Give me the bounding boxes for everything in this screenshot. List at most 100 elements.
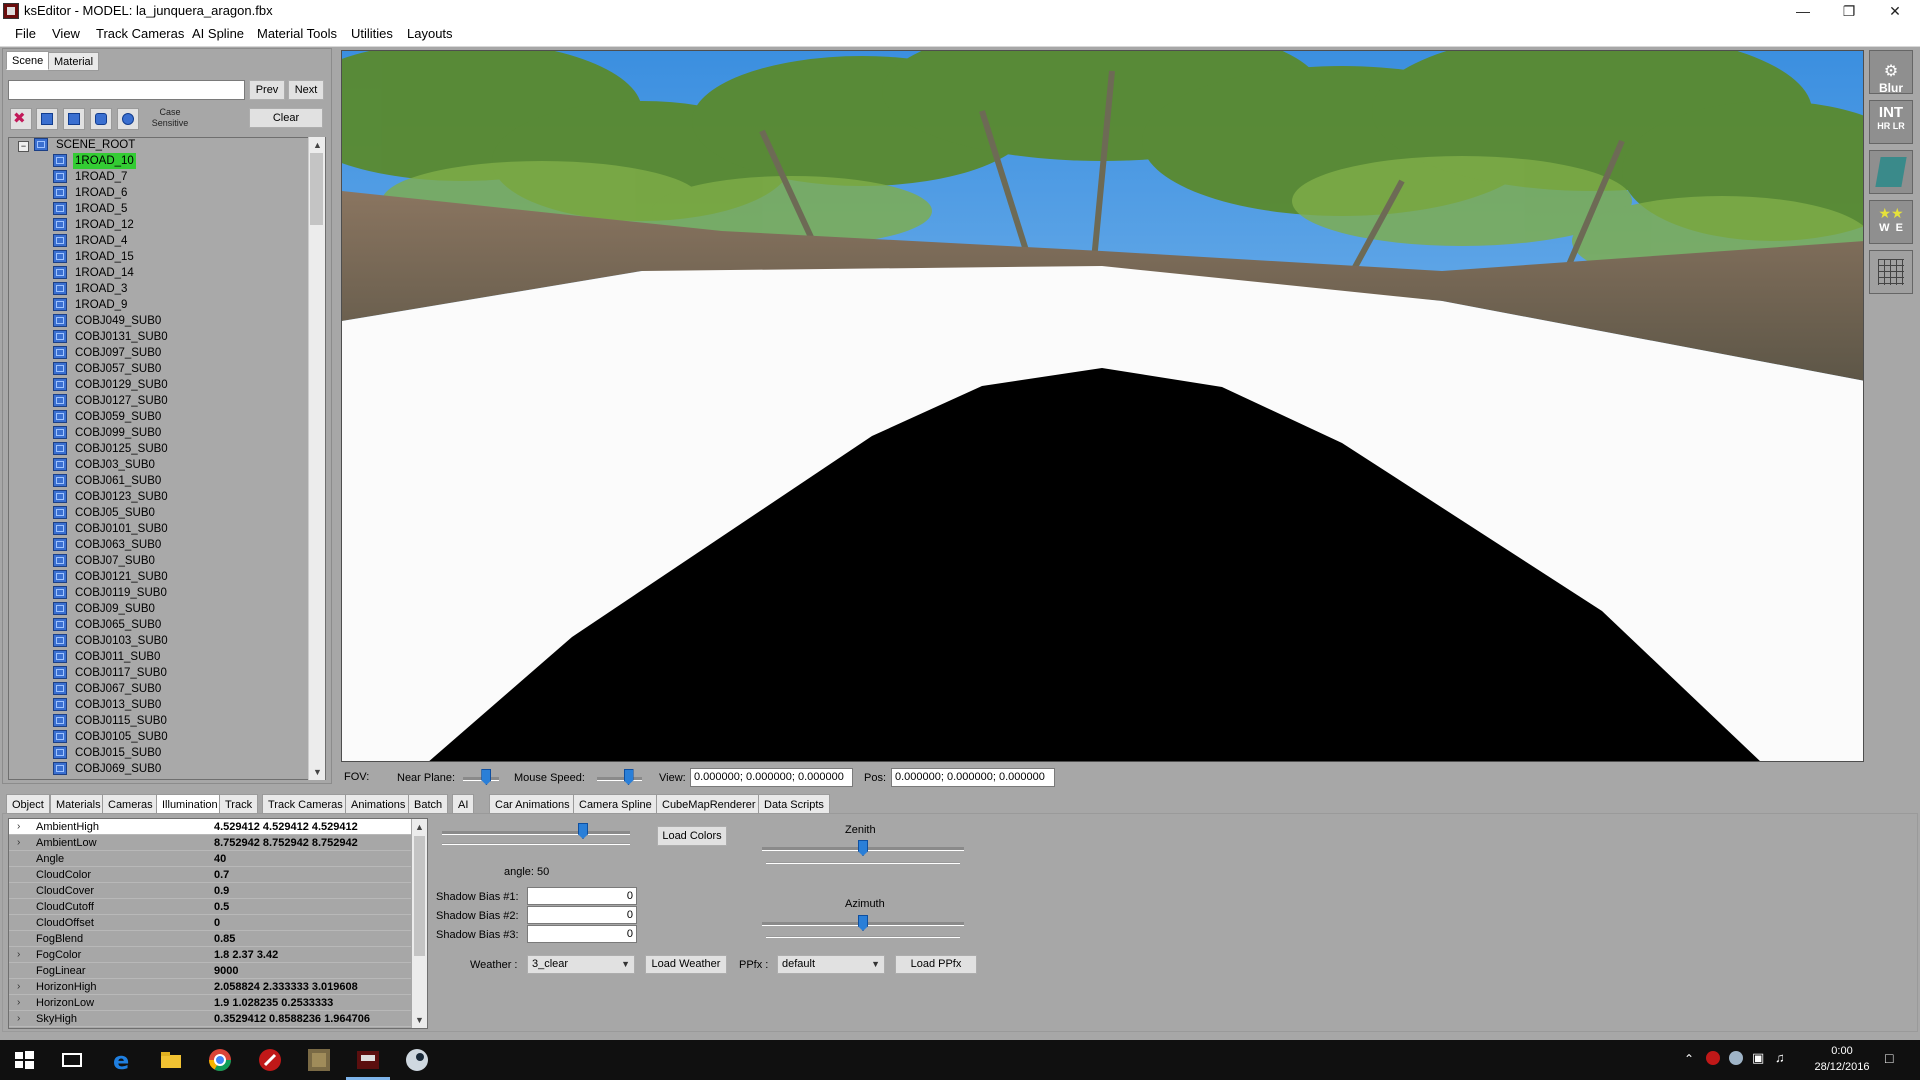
tree-item[interactable]: COBJ049_SUB0 <box>53 313 303 329</box>
scroll-up-icon[interactable]: ▲ <box>412 819 427 835</box>
tree-item[interactable]: COBJ0121_SUB0 <box>53 569 303 585</box>
near-plane-slider[interactable] <box>463 777 499 781</box>
expand-icon[interactable]: › <box>17 1011 20 1027</box>
menu-file[interactable]: File <box>15 26 36 42</box>
clock[interactable]: 0:00 28/12/2016 <box>1810 1043 1874 1075</box>
tree-item[interactable]: COBJ065_SUB0 <box>53 617 303 633</box>
tree-item[interactable]: COBJ0103_SUB0 <box>53 633 303 649</box>
scroll-down-icon[interactable]: ▼ <box>412 1012 427 1028</box>
tree-item[interactable]: COBJ067_SUB0 <box>53 681 303 697</box>
scroll-down-icon[interactable]: ▼ <box>309 764 326 780</box>
angle-slider[interactable] <box>442 831 630 835</box>
property-row[interactable]: CloudColor 0.7 <box>9 867 411 883</box>
menu-material-tools[interactable]: Material Tools <box>257 26 337 42</box>
property-value[interactable]: 40 <box>214 851 226 867</box>
property-value[interactable]: 1.9 1.028235 0.2533333 <box>214 995 333 1011</box>
tree-scroll-thumb[interactable] <box>310 153 323 225</box>
property-value[interactable]: 0.7 <box>214 867 229 883</box>
kseditor-icon[interactable] <box>354 1046 382 1074</box>
property-value[interactable]: 0 <box>214 915 220 931</box>
search-input[interactable] <box>8 80 245 100</box>
tree-item[interactable]: COBJ0129_SUB0 <box>53 377 303 393</box>
tab-car-animations[interactable]: Car Animations <box>489 794 576 814</box>
tree-item[interactable]: COBJ0101_SUB0 <box>53 521 303 537</box>
tree-item[interactable]: COBJ09_SUB0 <box>53 601 303 617</box>
property-row[interactable]: › HorizonHigh 2.058824 2.333333 3.019608 <box>9 979 411 995</box>
network-icon[interactable]: ▣ <box>1752 1050 1764 1066</box>
mouse-speed-slider[interactable] <box>597 777 642 781</box>
property-row[interactable]: CloudOffset 0 <box>9 915 411 931</box>
property-value[interactable]: 0.85 <box>214 931 235 947</box>
game-app-icon[interactable] <box>305 1046 333 1074</box>
tree-item[interactable]: COBJ05_SUB0 <box>53 505 303 521</box>
minimize-icon[interactable]: — <box>1780 0 1826 22</box>
tree-item[interactable]: 1ROAD_12 <box>53 217 303 233</box>
scroll-up-icon[interactable]: ▲ <box>309 137 326 153</box>
task-view-icon[interactable] <box>58 1046 86 1074</box>
property-value[interactable]: 0.5 <box>214 899 229 915</box>
close-icon[interactable]: ✕ <box>1872 0 1918 22</box>
acrobat-icon[interactable] <box>256 1046 284 1074</box>
tree-item[interactable]: 1ROAD_3 <box>53 281 303 297</box>
texture-filter-icon[interactable] <box>117 108 139 130</box>
3d-viewport[interactable] <box>341 50 1864 762</box>
view-field[interactable]: 0.000000; 0.000000; 0.000000 <box>690 768 853 787</box>
collapse-icon[interactable]: − <box>18 141 29 152</box>
property-row[interactable]: › HorizonLow 1.9 1.028235 0.2533333 <box>9 995 411 1011</box>
weather-select[interactable]: 3_clear ▼ <box>527 955 635 974</box>
property-value[interactable]: 1.8 2.37 3.42 <box>214 947 278 963</box>
pos-field[interactable]: 0.000000; 0.000000; 0.000000 <box>891 768 1055 787</box>
steam-tray-icon[interactable] <box>1729 1051 1743 1065</box>
tab-cubemaprenderer[interactable]: CubeMapRenderer <box>656 794 762 814</box>
property-row[interactable]: CloudCutoff 0.5 <box>9 899 411 915</box>
next-button[interactable]: Next <box>288 80 324 100</box>
tree-item[interactable]: COBJ0131_SUB0 <box>53 329 303 345</box>
tree-item[interactable]: COBJ0123_SUB0 <box>53 489 303 505</box>
property-scroll-thumb[interactable] <box>414 836 425 956</box>
tree-item[interactable]: COBJ013_SUB0 <box>53 697 303 713</box>
property-row[interactable]: › FogColor 1.8 2.37 3.42 <box>9 947 411 963</box>
property-value[interactable]: 2.058824 2.333333 3.019608 <box>214 979 358 995</box>
expand-icon[interactable]: › <box>17 995 20 1011</box>
tree-item[interactable]: COBJ059_SUB0 <box>53 409 303 425</box>
tree-item[interactable]: COBJ015_SUB0 <box>53 745 303 761</box>
windows-start-icon[interactable] <box>10 1046 38 1074</box>
ppfx-select[interactable]: default ▼ <box>777 955 885 974</box>
tree-item[interactable]: COBJ097_SUB0 <box>53 345 303 361</box>
volume-icon[interactable]: ♫ <box>1775 1050 1785 1065</box>
tree-item[interactable]: 1ROAD_9 <box>53 297 303 313</box>
menu-layouts[interactable]: Layouts <box>407 26 453 42</box>
shadow-bias-3-input[interactable]: 0 <box>527 925 637 943</box>
tree-scrollbar[interactable]: ▲ ▼ <box>308 137 325 780</box>
tab-camera-spline[interactable]: Camera Spline <box>573 794 658 814</box>
tree-item[interactable]: COBJ0119_SUB0 <box>53 585 303 601</box>
tree-item[interactable]: COBJ0127_SUB0 <box>53 393 303 409</box>
property-row[interactable]: FogLinear 9000 <box>9 963 411 979</box>
tray-app-icon[interactable] <box>1706 1051 1720 1065</box>
tree-root[interactable]: SCENE_ROOT <box>34 137 284 153</box>
expand-icon[interactable]: › <box>17 947 20 963</box>
mouse-speed-thumb[interactable] <box>623 769 634 785</box>
tree-item[interactable]: COBJ011_SUB0 <box>53 649 303 665</box>
property-row[interactable]: › AmbientLow 8.752942 8.752942 8.752942 <box>9 835 411 851</box>
menu-track-cameras[interactable]: Track Cameras <box>96 26 184 42</box>
tree-item[interactable]: COBJ07_SUB0 <box>53 553 303 569</box>
int-hr-lr-button[interactable]: INT HR LR <box>1869 100 1913 144</box>
grid-icon[interactable] <box>1869 250 1913 294</box>
tab-batch[interactable]: Batch <box>408 794 449 814</box>
property-value[interactable]: 0.3529412 0.8588236 1.964706 <box>214 1011 370 1027</box>
tab-material[interactable]: Material <box>48 52 100 71</box>
property-row[interactable]: FogBlend 0.85 <box>9 931 411 947</box>
prev-button[interactable]: Prev <box>249 80 285 100</box>
tree-item[interactable]: COBJ0105_SUB0 <box>53 729 303 745</box>
weather-we-button[interactable]: ★★ W E <box>1869 200 1913 244</box>
property-value[interactable]: 9000 <box>214 963 238 979</box>
tree-item[interactable]: 1ROAD_10 <box>53 153 303 169</box>
expand-icon[interactable]: › <box>17 979 20 995</box>
edge-icon[interactable]: e <box>108 1046 136 1075</box>
material-filter-icon[interactable] <box>90 108 112 130</box>
tree-item[interactable]: COBJ063_SUB0 <box>53 537 303 553</box>
tree-item[interactable]: COBJ0125_SUB0 <box>53 441 303 457</box>
load-weather-button[interactable]: Load Weather <box>645 955 727 974</box>
menu-view[interactable]: View <box>52 26 80 42</box>
